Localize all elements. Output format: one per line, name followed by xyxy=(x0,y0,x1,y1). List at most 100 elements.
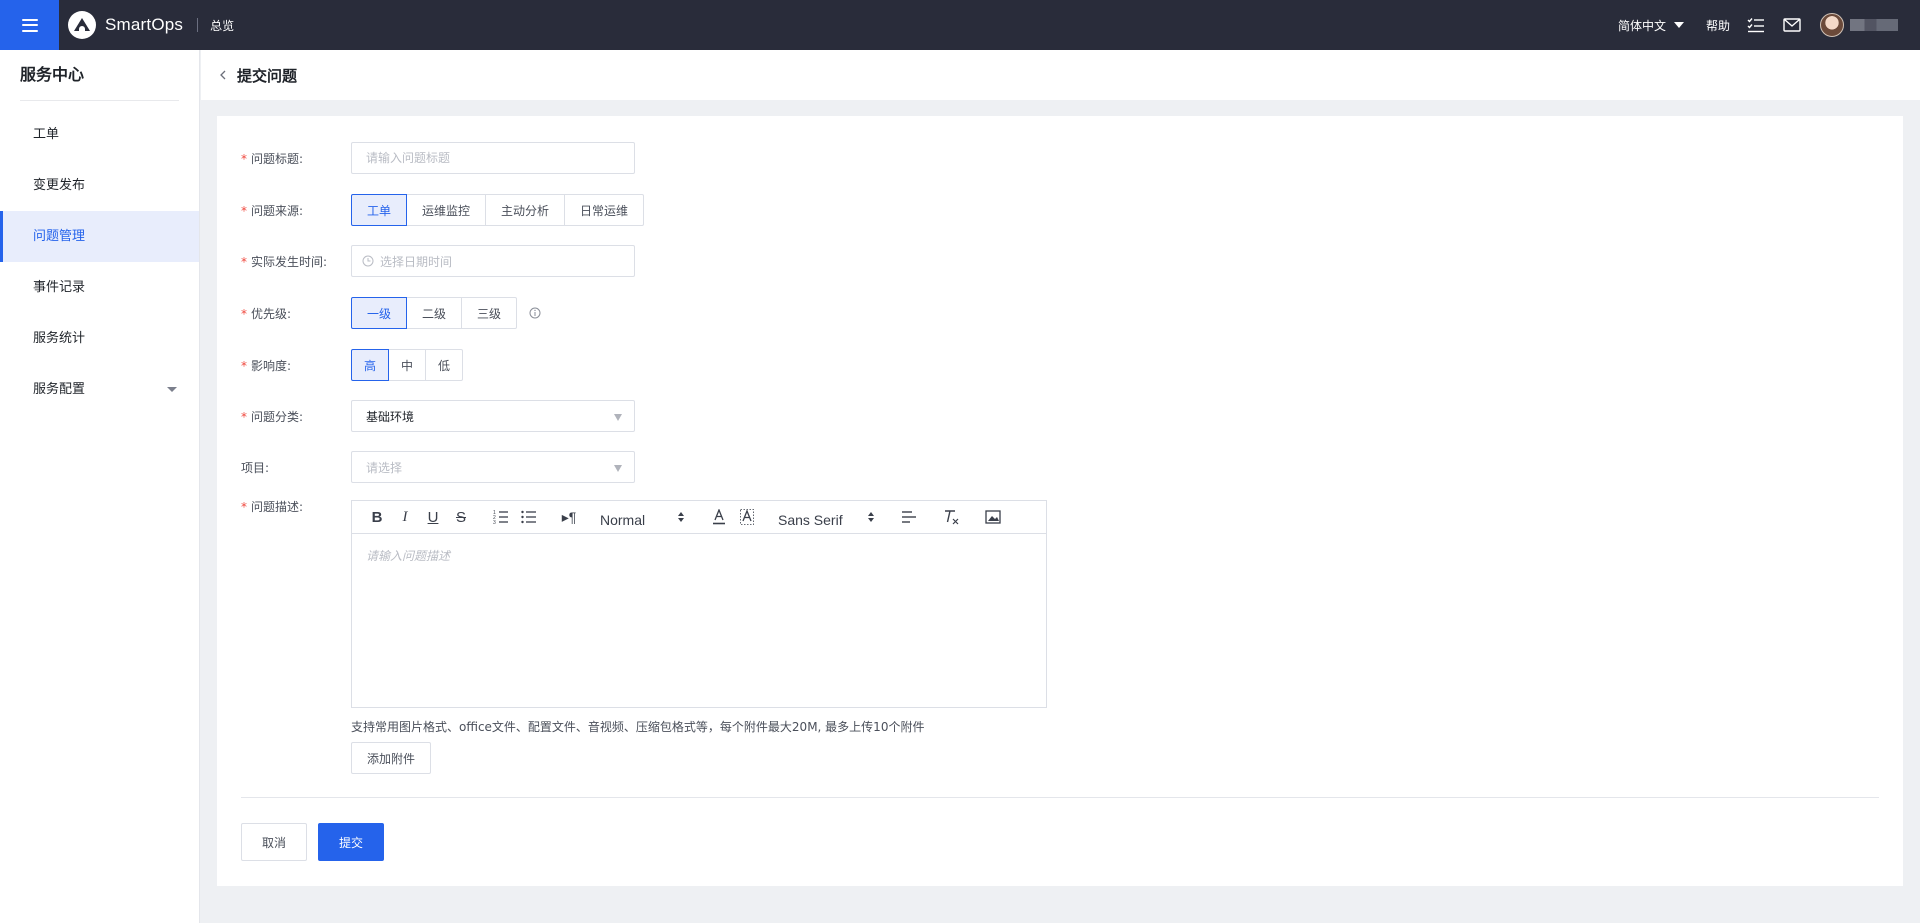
impact-option-high[interactable]: 高 xyxy=(351,349,390,381)
username-redacted[interactable] xyxy=(1850,19,1898,31)
field-label: * 问题描述: xyxy=(241,500,304,514)
app-logo[interactable]: SmartOps xyxy=(68,11,183,39)
source-option-daily-ops[interactable]: 日常运维 xyxy=(565,194,645,226)
category-value: 基础环境 xyxy=(366,409,415,424)
clock-icon xyxy=(362,255,374,267)
sidebar-item-label: 变更发布 xyxy=(33,178,86,193)
header-picker[interactable]: Normal xyxy=(600,512,684,528)
form-row-title: * 问题标题: xyxy=(241,142,635,174)
top-right-actions: 简体中文 帮助 xyxy=(1618,0,1920,50)
problem-form: *问题标题: *问题来源: 工单 运维监控 主动分析 日常运维 *实际发生时间:… xyxy=(217,116,1903,886)
form-row-project: 项目: 请选择 xyxy=(241,451,635,483)
app-name: SmartOps xyxy=(105,15,184,34)
field-label: * 问题标题: xyxy=(241,151,304,166)
problem-title-input[interactable] xyxy=(351,142,635,174)
form-row-category: * 问题分类: 基础环境 xyxy=(241,400,635,432)
updown-arrows-icon xyxy=(678,512,684,522)
required-mark: * xyxy=(241,306,247,321)
add-attachment-button[interactable]: 添加附件 xyxy=(351,742,431,774)
underline-icon[interactable]: U xyxy=(422,507,444,527)
field-label: * 影响度: xyxy=(241,358,292,373)
field-label: * 问题来源: xyxy=(241,203,304,218)
sidebar-item-label: 服务配置 xyxy=(33,382,86,397)
category-select[interactable]: 基础环境 xyxy=(351,400,635,432)
sidebar-title: 服务中心 xyxy=(20,65,85,84)
strikethrough-icon[interactable]: S xyxy=(450,507,472,527)
sidebar-item-service-config[interactable]: 服务配置 xyxy=(0,364,199,415)
required-mark: * xyxy=(241,254,247,269)
submit-button[interactable]: 提交 xyxy=(318,823,384,861)
font-family-picker[interactable]: Sans Serif xyxy=(778,512,874,528)
header-picker-value: Normal xyxy=(600,512,646,528)
impact-segmented-control: 高 中 低 xyxy=(351,349,464,381)
user-avatar[interactable] xyxy=(1820,13,1844,37)
nav-overview-link[interactable]: 总览 xyxy=(210,17,234,34)
sidebar-item-label: 服务统计 xyxy=(33,331,86,346)
required-mark: * xyxy=(241,358,247,373)
field-label: * 实际发生时间: xyxy=(241,254,328,269)
bullet-list-icon[interactable] xyxy=(518,507,540,527)
hamburger-icon xyxy=(21,18,38,32)
sidebar-item-tickets[interactable]: 工单 xyxy=(0,109,199,160)
priority-option-level-2[interactable]: 二级 xyxy=(407,297,463,329)
mail-icon[interactable] xyxy=(1782,15,1802,35)
field-label: * 问题分类: xyxy=(241,409,304,424)
info-icon[interactable] xyxy=(529,307,541,319)
insert-image-icon[interactable] xyxy=(982,507,1004,527)
language-selector[interactable]: 简体中文 xyxy=(1618,17,1684,34)
editor-content-area[interactable]: 请输入问题描述 xyxy=(352,534,1046,708)
impact-option-medium[interactable]: 中 xyxy=(389,349,427,381)
sidebar: 服务中心 工单 变更发布 问题管理 事件记录 服务统计 服务配置 xyxy=(0,50,200,923)
svg-text:3: 3 xyxy=(493,520,496,524)
field-label: 项目: xyxy=(241,460,270,475)
back-chevron-icon[interactable] xyxy=(219,70,229,80)
editor-toolbar: B I U S 123 ▸¶ Normal Sans Serif xyxy=(352,501,1046,534)
source-option-ticket[interactable]: 工单 xyxy=(351,194,408,226)
sidebar-item-label: 工单 xyxy=(33,127,60,142)
sidebar-item-event-records[interactable]: 事件记录 xyxy=(0,262,199,313)
text-direction-icon[interactable]: ▸¶ xyxy=(558,507,580,527)
background-color-icon[interactable] xyxy=(736,507,758,527)
priority-segmented-control: 一级 二级 三级 xyxy=(351,297,518,329)
task-list-icon[interactable] xyxy=(1746,15,1766,35)
top-bar: SmartOps 总览 简体中文 帮助 xyxy=(0,0,1920,50)
required-mark: * xyxy=(241,151,247,166)
source-option-monitoring[interactable]: 运维监控 xyxy=(407,194,487,226)
form-row-time: * 实际发生时间: 选择日期时间 xyxy=(241,245,635,277)
dropdown-arrow-icon xyxy=(614,465,622,472)
font-color-icon[interactable] xyxy=(708,507,730,527)
form-row-impact: * 影响度: 高 中 低 xyxy=(241,349,464,381)
description-rich-editor: B I U S 123 ▸¶ Normal Sans Serif 请输入问题描述 xyxy=(351,500,1047,708)
italic-icon[interactable]: I xyxy=(394,507,416,527)
form-row-source: * 问题来源: 工单 运维监控 主动分析 日常运维 xyxy=(241,194,645,226)
menu-toggle-button[interactable] xyxy=(0,0,59,50)
impact-option-low[interactable]: 低 xyxy=(426,349,464,381)
sidebar-item-problem-management[interactable]: 问题管理 xyxy=(0,211,199,262)
occurrence-datetime-picker[interactable]: 选择日期时间 xyxy=(351,245,635,277)
clear-format-icon[interactable] xyxy=(940,507,962,527)
bold-icon[interactable]: B xyxy=(366,507,388,527)
align-left-icon[interactable] xyxy=(898,507,920,527)
form-divider xyxy=(241,797,1879,798)
smartops-logo-icon xyxy=(68,11,96,39)
form-row-priority: * 优先级: 一级 二级 三级 xyxy=(241,297,541,329)
caret-down-icon xyxy=(167,387,177,392)
project-select[interactable]: 请选择 xyxy=(351,451,635,483)
sidebar-item-change-release[interactable]: 变更发布 xyxy=(0,160,199,211)
source-segmented-control: 工单 运维监控 主动分析 日常运维 xyxy=(351,194,645,226)
cancel-button[interactable]: 取消 xyxy=(241,823,307,861)
sidebar-item-service-stats[interactable]: 服务统计 xyxy=(0,313,199,364)
required-mark: * xyxy=(241,409,247,424)
attachment-hint: 支持常用图片格式、office文件、配置文件、音视频、压缩包格式等，每个附件最大… xyxy=(351,720,925,734)
help-link[interactable]: 帮助 xyxy=(1706,17,1730,34)
priority-option-level-3[interactable]: 三级 xyxy=(462,297,518,329)
top-divider xyxy=(197,18,199,32)
page-title: 提交问题 xyxy=(237,66,298,85)
source-option-proactive-analysis[interactable]: 主动分析 xyxy=(486,194,566,226)
dropdown-arrow-icon xyxy=(614,414,622,421)
caret-down-icon xyxy=(1673,22,1684,28)
form-row-description: * 问题描述: xyxy=(241,500,351,515)
priority-option-level-1[interactable]: 一级 xyxy=(351,297,408,329)
sidebar-item-label: 问题管理 xyxy=(33,229,86,244)
ordered-list-icon[interactable]: 123 xyxy=(490,507,512,527)
